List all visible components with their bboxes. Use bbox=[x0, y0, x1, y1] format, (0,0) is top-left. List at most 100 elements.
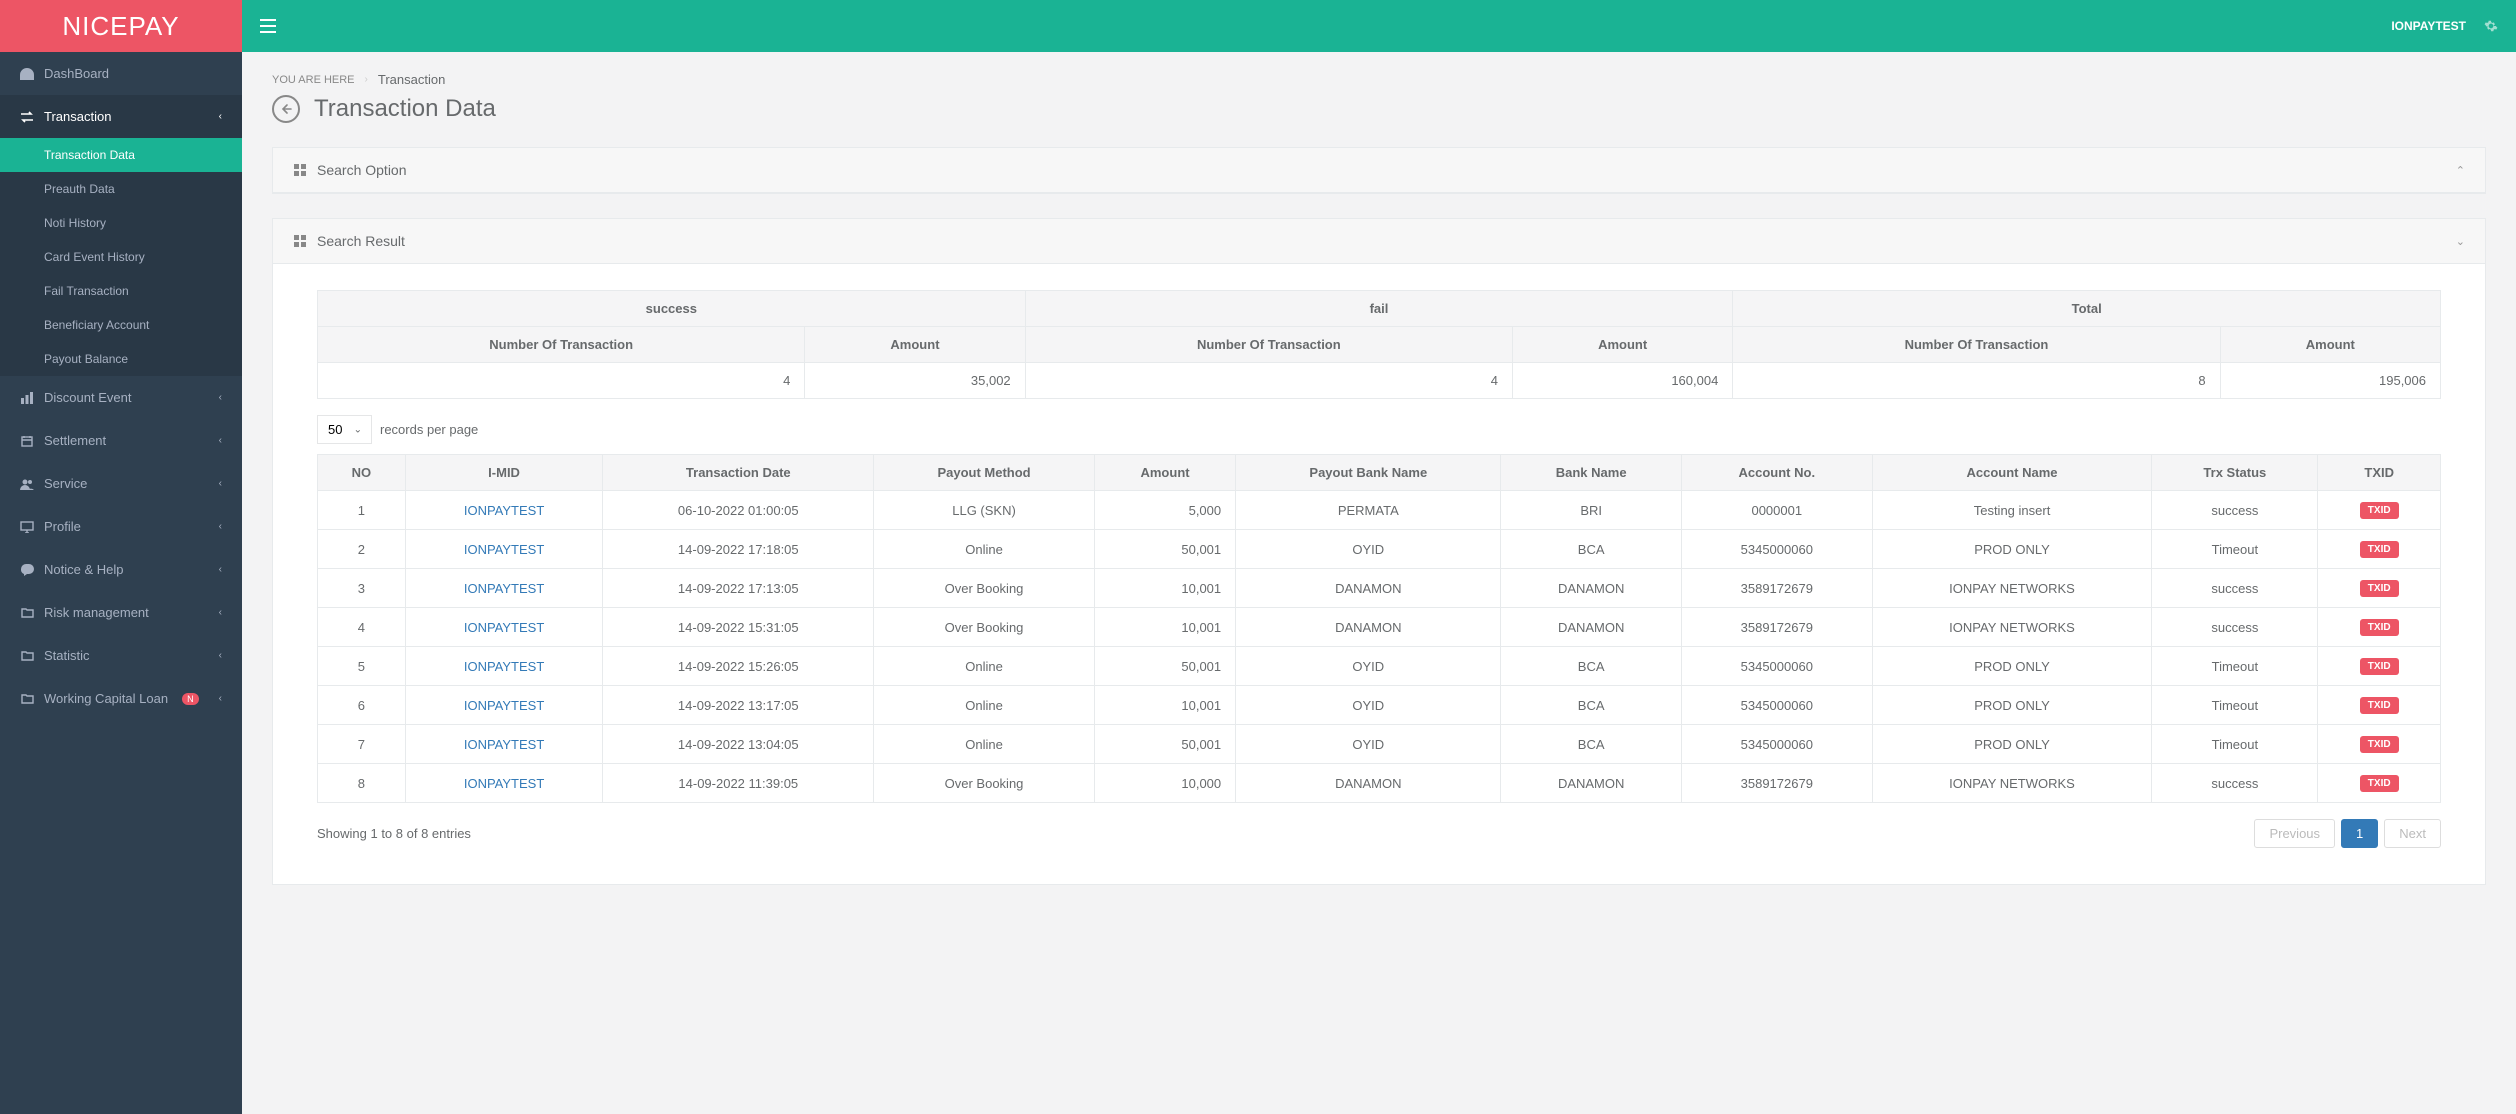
sidebar-sub-preauth-data[interactable]: Preauth Data bbox=[0, 172, 242, 206]
desktop-icon bbox=[20, 521, 34, 533]
sidebar-item-dashboard[interactable]: DashBoard bbox=[0, 52, 242, 95]
cell-txid: TXID bbox=[2318, 530, 2441, 569]
summary-group-header: fail bbox=[1025, 291, 1733, 327]
sidebar-sub-transaction-data[interactable]: Transaction Data bbox=[0, 138, 242, 172]
cell-method: Online bbox=[874, 686, 1095, 725]
imid-link[interactable]: IONPAYTEST bbox=[464, 776, 544, 791]
table-row: 4IONPAYTEST14-09-2022 15:31:05Over Booki… bbox=[318, 608, 2441, 647]
cell-date: 06-10-2022 01:00:05 bbox=[603, 491, 874, 530]
sidebar-sub-payout-balance[interactable]: Payout Balance bbox=[0, 342, 242, 376]
imid-link[interactable]: IONPAYTEST bbox=[464, 620, 544, 635]
cell-status: Timeout bbox=[2152, 647, 2318, 686]
cell-acct_no: 5345000060 bbox=[1681, 686, 1872, 725]
cell-acct_no: 5345000060 bbox=[1681, 725, 1872, 764]
cell-amount: 10,001 bbox=[1094, 608, 1235, 647]
imid-link[interactable]: IONPAYTEST bbox=[464, 698, 544, 713]
col-header[interactable]: Account Name bbox=[1872, 455, 2152, 491]
cell-payout_bank: DANAMON bbox=[1236, 569, 1501, 608]
sidebar-item-statistic[interactable]: Statistic‹ bbox=[0, 634, 242, 677]
sidebar-item-label: Settlement bbox=[44, 433, 106, 448]
cell-amount: 50,001 bbox=[1094, 530, 1235, 569]
col-header[interactable]: Amount bbox=[1094, 455, 1235, 491]
col-header[interactable]: Bank Name bbox=[1501, 455, 1681, 491]
chevron-down-icon[interactable]: ⌄ bbox=[2456, 235, 2465, 248]
cell-amount: 10,001 bbox=[1094, 686, 1235, 725]
records-per-page-select[interactable]: 50 bbox=[317, 415, 372, 444]
brand-logo[interactable]: NICEPAY bbox=[0, 0, 242, 52]
cell-imid: IONPAYTEST bbox=[405, 608, 603, 647]
col-header[interactable]: Account No. bbox=[1681, 455, 1872, 491]
imid-link[interactable]: IONPAYTEST bbox=[464, 581, 544, 596]
gear-icon[interactable] bbox=[2484, 19, 2498, 33]
txid-button[interactable]: TXID bbox=[2360, 697, 2399, 714]
panel-title: Search Option bbox=[317, 162, 407, 178]
txid-button[interactable]: TXID bbox=[2360, 736, 2399, 753]
menu-toggle-icon[interactable] bbox=[242, 19, 294, 33]
pager-prev[interactable]: Previous bbox=[2254, 819, 2335, 848]
sidebar-sub-fail-transaction[interactable]: Fail Transaction bbox=[0, 274, 242, 308]
cell-acct_name: PROD ONLY bbox=[1872, 686, 2152, 725]
txid-button[interactable]: TXID bbox=[2360, 580, 2399, 597]
imid-link[interactable]: IONPAYTEST bbox=[464, 503, 544, 518]
table-row: 6IONPAYTEST14-09-2022 13:17:05Online10,0… bbox=[318, 686, 2441, 725]
cell-no: 4 bbox=[318, 608, 406, 647]
back-icon[interactable] bbox=[272, 95, 300, 123]
col-header[interactable]: Transaction Date bbox=[603, 455, 874, 491]
cell-bank: BRI bbox=[1501, 491, 1681, 530]
sidebar-item-label: Statistic bbox=[44, 648, 90, 663]
col-header[interactable]: I-MID bbox=[405, 455, 603, 491]
sidebar-item-discount-event[interactable]: Discount Event‹ bbox=[0, 376, 242, 419]
sidebar-sub-noti-history[interactable]: Noti History bbox=[0, 206, 242, 240]
cell-no: 6 bbox=[318, 686, 406, 725]
txid-button[interactable]: TXID bbox=[2360, 775, 2399, 792]
sidebar-item-service[interactable]: Service‹ bbox=[0, 462, 242, 505]
cell-txid: TXID bbox=[2318, 725, 2441, 764]
chevron-up-icon[interactable]: ⌃ bbox=[2456, 164, 2465, 177]
col-header[interactable]: Payout Method bbox=[874, 455, 1095, 491]
cell-bank: BCA bbox=[1501, 725, 1681, 764]
sidebar-item-label: Risk management bbox=[44, 605, 149, 620]
txid-button[interactable]: TXID bbox=[2360, 541, 2399, 558]
sidebar-item-risk-management[interactable]: Risk management‹ bbox=[0, 591, 242, 634]
cell-bank: DANAMON bbox=[1501, 608, 1681, 647]
sidebar-item-label: Notice & Help bbox=[44, 562, 123, 577]
imid-link[interactable]: IONPAYTEST bbox=[464, 659, 544, 674]
cell-method: Over Booking bbox=[874, 569, 1095, 608]
col-header[interactable]: Trx Status bbox=[2152, 455, 2318, 491]
cell-status: success bbox=[2152, 764, 2318, 803]
sidebar-item-working-capital-loan[interactable]: Working Capital LoanN‹ bbox=[0, 677, 242, 720]
chevron-right-icon: › bbox=[365, 74, 368, 85]
imid-link[interactable]: IONPAYTEST bbox=[464, 542, 544, 557]
cell-acct_no: 5345000060 bbox=[1681, 647, 1872, 686]
sidebar-item-notice-&-help[interactable]: Notice & Help‹ bbox=[0, 548, 242, 591]
user-label[interactable]: IONPAYTEST bbox=[2391, 19, 2466, 33]
col-header[interactable]: TXID bbox=[2318, 455, 2441, 491]
pager-next[interactable]: Next bbox=[2384, 819, 2441, 848]
cell-acct_no: 0000001 bbox=[1681, 491, 1872, 530]
sidebar-sub-beneficiary-account[interactable]: Beneficiary Account bbox=[0, 308, 242, 342]
sidebar-item-transaction[interactable]: Transaction‹ bbox=[0, 95, 242, 138]
pager-page-1[interactable]: 1 bbox=[2341, 819, 2378, 848]
records-per-page-label: records per page bbox=[380, 422, 478, 437]
txid-button[interactable]: TXID bbox=[2360, 658, 2399, 675]
col-header[interactable]: Payout Bank Name bbox=[1236, 455, 1501, 491]
transactions-table: NOI-MIDTransaction DatePayout MethodAmou… bbox=[317, 454, 2441, 803]
cell-acct_no: 5345000060 bbox=[1681, 530, 1872, 569]
cell-amount: 50,001 bbox=[1094, 725, 1235, 764]
table-row: 2IONPAYTEST14-09-2022 17:18:05Online50,0… bbox=[318, 530, 2441, 569]
imid-link[interactable]: IONPAYTEST bbox=[464, 737, 544, 752]
col-header[interactable]: NO bbox=[318, 455, 406, 491]
cell-no: 5 bbox=[318, 647, 406, 686]
sidebar-sub-card-event-history[interactable]: Card Event History bbox=[0, 240, 242, 274]
cell-date: 14-09-2022 15:31:05 bbox=[603, 608, 874, 647]
sidebar-item-settlement[interactable]: Settlement‹ bbox=[0, 419, 242, 462]
chevron-left-icon: ‹ bbox=[219, 693, 222, 704]
txid-button[interactable]: TXID bbox=[2360, 502, 2399, 519]
cell-date: 14-09-2022 13:04:05 bbox=[603, 725, 874, 764]
txid-button[interactable]: TXID bbox=[2360, 619, 2399, 636]
cell-acct_name: Testing insert bbox=[1872, 491, 2152, 530]
sidebar-item-label: Discount Event bbox=[44, 390, 131, 405]
cell-imid: IONPAYTEST bbox=[405, 686, 603, 725]
sidebar-item-profile[interactable]: Profile‹ bbox=[0, 505, 242, 548]
chart-icon bbox=[20, 392, 34, 404]
